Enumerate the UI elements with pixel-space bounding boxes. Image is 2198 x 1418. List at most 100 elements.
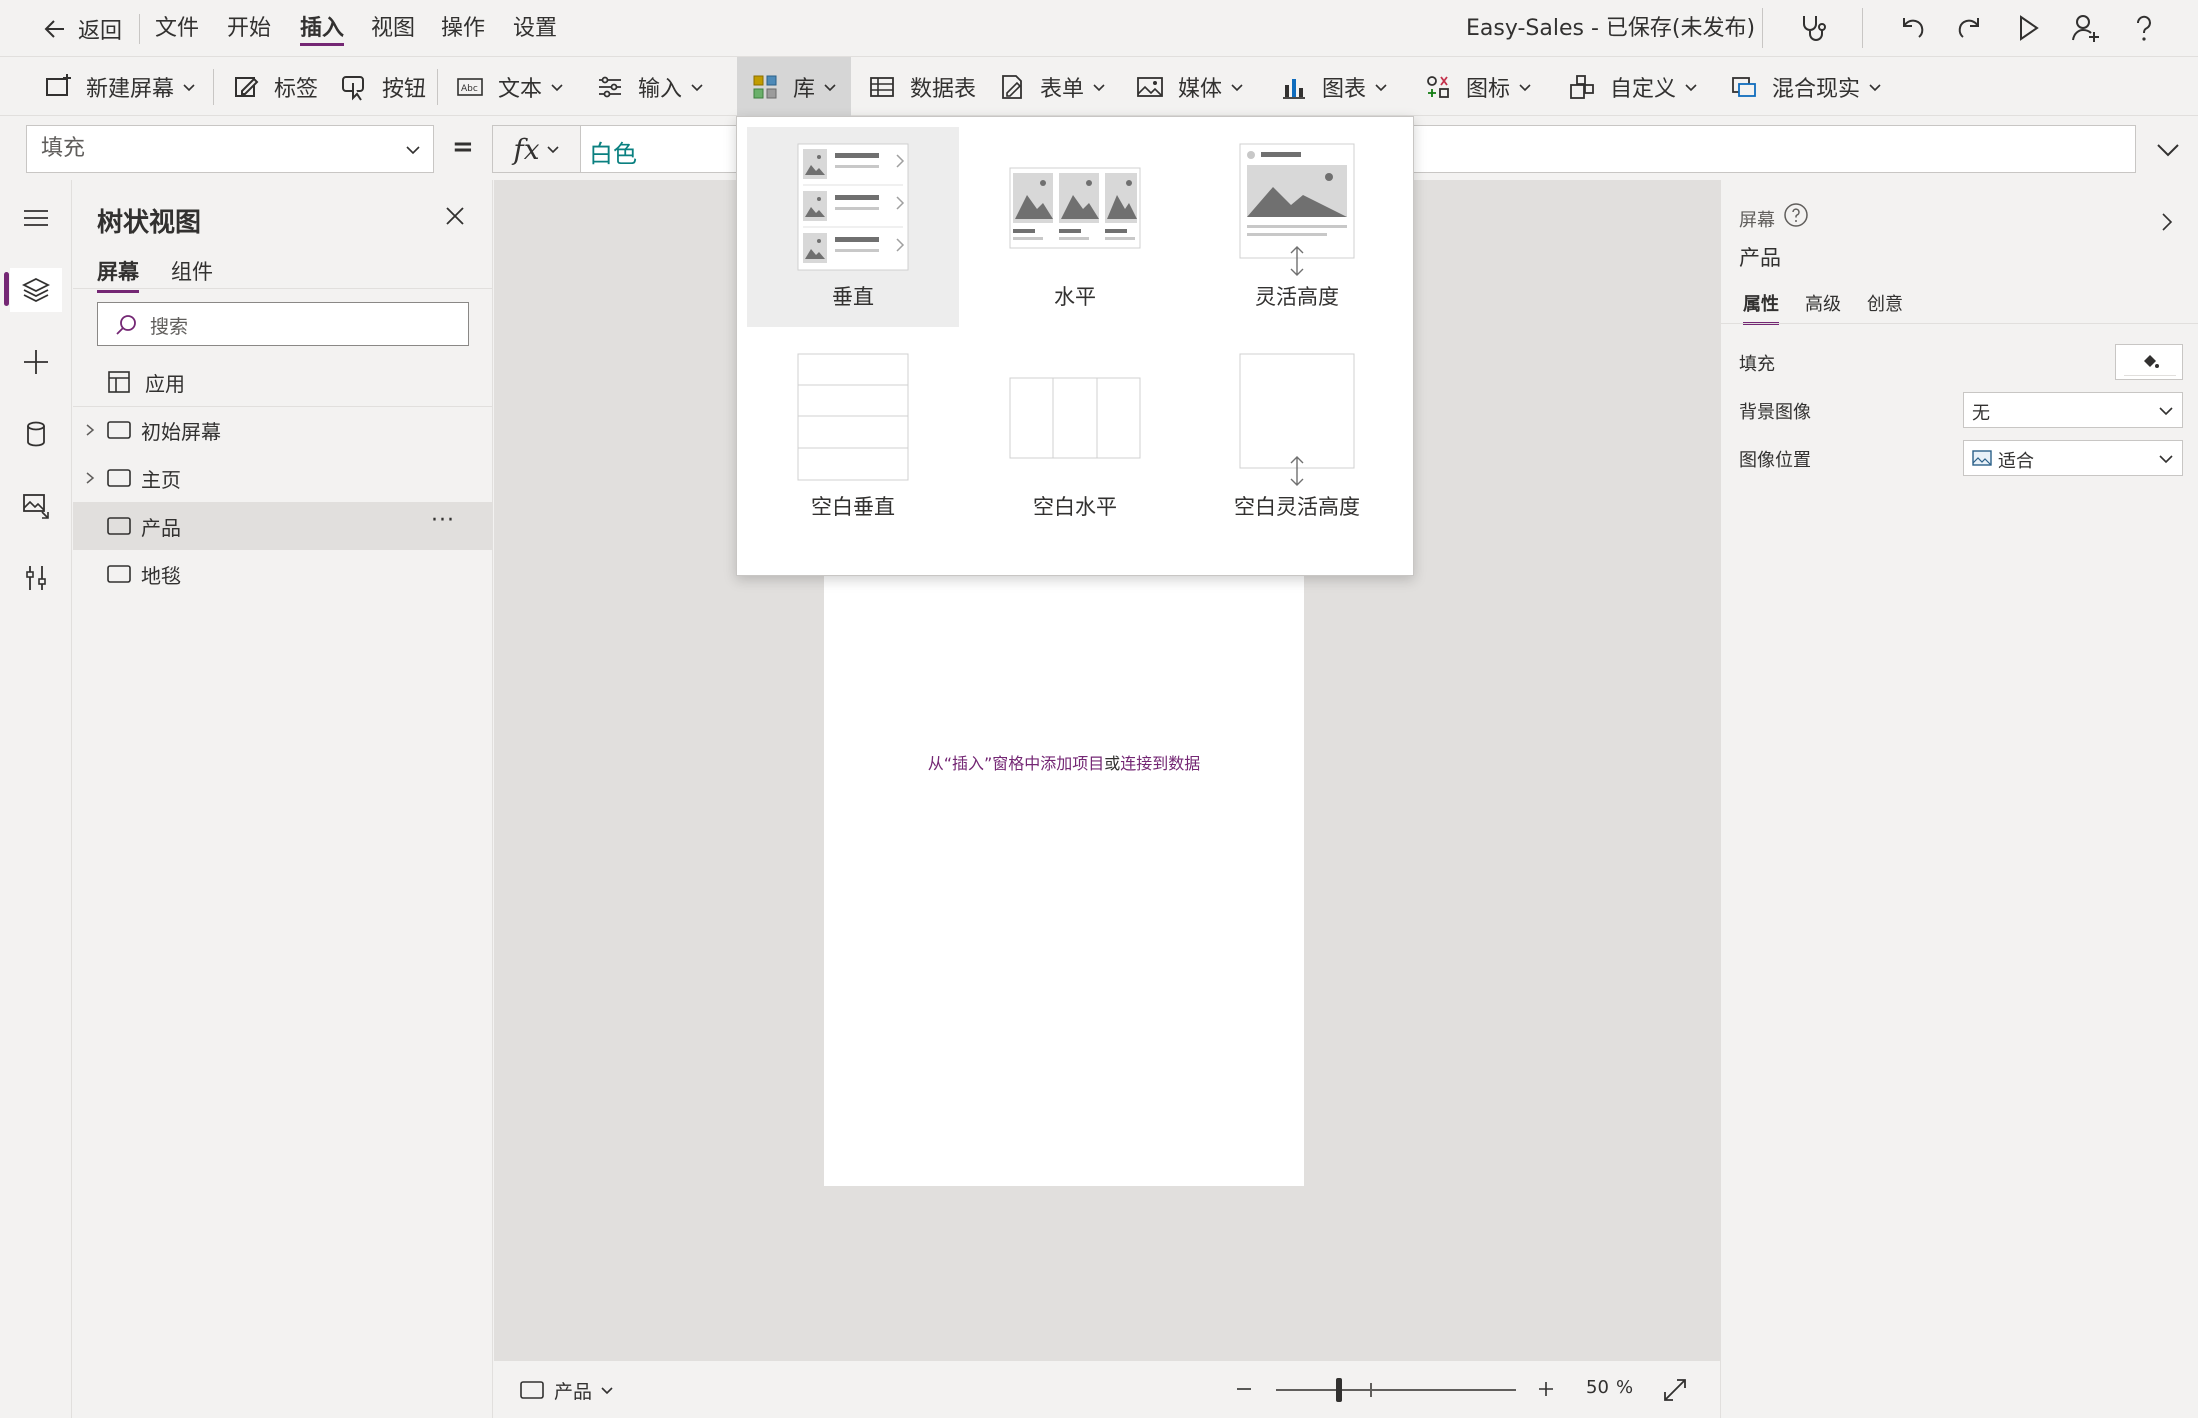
fx-button[interactable]: fx bbox=[492, 125, 580, 173]
menu-settings[interactable]: 设置 bbox=[513, 12, 557, 46]
chevron-right-icon[interactable] bbox=[83, 471, 97, 485]
text-button[interactable]: Abc 文本 bbox=[456, 65, 564, 109]
tabs-divider bbox=[73, 288, 493, 289]
background-image-dropdown[interactable]: 无 bbox=[1963, 392, 2183, 428]
tools-icon[interactable] bbox=[20, 562, 52, 594]
icons-icon bbox=[1427, 76, 1449, 98]
gallery-option-horizontal[interactable]: 水平 bbox=[969, 127, 1181, 327]
zoom-out-icon[interactable] bbox=[1234, 1379, 1254, 1399]
help-icon[interactable] bbox=[2128, 12, 2160, 44]
icons-label: 图标 bbox=[1466, 77, 1511, 102]
help-circle-icon[interactable] bbox=[1783, 202, 1809, 228]
charts-button[interactable]: 图表 bbox=[1280, 65, 1388, 109]
formula-value: 白色 bbox=[589, 140, 637, 168]
custom-components-icon bbox=[1570, 75, 1594, 99]
zoom-slider-tick bbox=[1370, 1383, 1372, 1397]
media-button[interactable]: 媒体 bbox=[1136, 65, 1244, 109]
zoom-in-icon[interactable] bbox=[1536, 1379, 1556, 1399]
menu-action[interactable]: 操作 bbox=[441, 12, 485, 46]
mixed-reality-label: 混合现实 bbox=[1772, 77, 1861, 102]
tab-advanced[interactable]: 高级 bbox=[1805, 290, 1841, 316]
mixed-reality-icon bbox=[1732, 77, 1756, 97]
custom-button[interactable]: 自定义 bbox=[1568, 65, 1698, 109]
connect-data-link[interactable]: 连接到数据 bbox=[1120, 754, 1200, 773]
gallery-option-vertical[interactable]: 垂直 bbox=[747, 127, 959, 327]
text-label: 文本 bbox=[498, 77, 543, 102]
forms-button[interactable]: 表单 bbox=[998, 65, 1106, 109]
gallery-option-flexible-height[interactable]: 灵活高度 bbox=[1191, 127, 1403, 327]
app-layout-icon bbox=[108, 371, 130, 393]
hamburger-menu-icon[interactable] bbox=[20, 202, 52, 234]
form-edit-icon bbox=[1002, 75, 1022, 99]
gallery-button[interactable]: 库 bbox=[737, 57, 852, 116]
gallery-option-blank-vertical[interactable]: 空白垂直 bbox=[747, 337, 959, 537]
property-dropdown[interactable]: 填充 bbox=[26, 125, 434, 173]
tab-components[interactable]: 组件 bbox=[171, 256, 213, 286]
plus-icon[interactable] bbox=[20, 346, 52, 378]
tree-screen-item[interactable]: 初始屏幕 bbox=[73, 406, 493, 454]
app-item-label: 应用 bbox=[145, 371, 185, 396]
datatable-label: 数据表 bbox=[910, 77, 977, 102]
tree-screen-item-selected[interactable]: 产品 ··· bbox=[73, 502, 493, 550]
chevron-down-icon bbox=[1093, 84, 1105, 92]
stethoscope-icon[interactable] bbox=[1796, 12, 1828, 44]
horizontal-gallery-icon bbox=[1009, 167, 1141, 249]
tree-screen-item[interactable]: 地毯 bbox=[73, 550, 493, 598]
zoom-slider-thumb[interactable] bbox=[1336, 1378, 1342, 1402]
screen-picker[interactable]: 产品 bbox=[520, 1375, 614, 1405]
menu-home[interactable]: 开始 bbox=[227, 12, 271, 46]
redo-icon[interactable] bbox=[1954, 12, 1986, 44]
chevron-down-icon bbox=[601, 1387, 613, 1395]
gallery-option-blank-horizontal[interactable]: 空白水平 bbox=[969, 337, 1181, 537]
screen-label: 初始屏幕 bbox=[141, 419, 221, 444]
fill-color-picker[interactable] bbox=[2115, 344, 2183, 380]
gallery-option-blank-flexible-height[interactable]: 空白灵活高度 bbox=[1191, 337, 1403, 537]
new-screen-label: 新建屏幕 bbox=[86, 77, 175, 102]
app-title: Easy-Sales - 已保存(未发布) bbox=[1466, 16, 1756, 41]
chevron-down-icon bbox=[1685, 84, 1697, 92]
gallery-option-label: 空白灵活高度 bbox=[1234, 495, 1360, 519]
chevron-right-icon[interactable] bbox=[83, 423, 97, 437]
menu-insert[interactable]: 插入 bbox=[300, 12, 345, 46]
search-input[interactable]: 搜索 bbox=[97, 302, 469, 346]
menu-view[interactable]: 视图 bbox=[371, 12, 415, 46]
close-icon[interactable] bbox=[443, 204, 467, 228]
image-position-dropdown[interactable]: 适合 bbox=[1963, 440, 2183, 476]
tab-properties[interactable]: 属性 bbox=[1743, 290, 1779, 325]
screen-icon bbox=[107, 565, 131, 583]
zoom-unit: % bbox=[1616, 1377, 1634, 1398]
input-button[interactable]: 输入 bbox=[596, 65, 704, 109]
zoom-value: 50 bbox=[1586, 1377, 1609, 1398]
menu-file[interactable]: 文件 bbox=[155, 12, 199, 46]
media-library-icon[interactable] bbox=[20, 490, 52, 522]
blank-flexible-height-gallery-icon bbox=[1239, 353, 1355, 486]
tree-view-title: 树状视图 bbox=[97, 208, 202, 238]
new-screen-button[interactable]: 新建屏幕 bbox=[44, 65, 196, 109]
database-icon[interactable] bbox=[20, 418, 52, 450]
zoom-slider[interactable] bbox=[1276, 1378, 1516, 1402]
empty-screen-hint: 从“插入”窗格中添加项目或连接到数据 bbox=[824, 750, 1304, 774]
tab-ideas[interactable]: 创意 bbox=[1867, 290, 1903, 316]
button-button[interactable]: 按钮 bbox=[340, 65, 426, 109]
label-button[interactable]: 标签 bbox=[232, 65, 318, 109]
back-button[interactable]: 返回 bbox=[42, 12, 122, 46]
tree-app-item[interactable]: 应用 bbox=[73, 358, 493, 406]
play-icon[interactable] bbox=[2012, 12, 2044, 44]
chevron-down-icon bbox=[824, 83, 836, 91]
table-icon bbox=[870, 77, 894, 97]
user-share-icon[interactable] bbox=[2070, 12, 2102, 44]
more-options-button[interactable]: ··· bbox=[431, 508, 455, 533]
mixed-reality-button[interactable]: 混合现实 bbox=[1730, 65, 1882, 109]
divider bbox=[213, 69, 214, 105]
undo-icon[interactable] bbox=[1896, 12, 1928, 44]
fit-to-window-icon[interactable] bbox=[1662, 1377, 1688, 1403]
tabs-divider bbox=[1721, 323, 2198, 324]
chevron-right-icon[interactable] bbox=[2157, 212, 2177, 232]
fx-label: fx bbox=[513, 132, 540, 166]
expand-formula-icon[interactable] bbox=[2154, 136, 2182, 164]
icons-button[interactable]: 图标 bbox=[1424, 65, 1532, 109]
datatable-button[interactable]: 数据表 bbox=[868, 65, 976, 109]
layers-icon[interactable] bbox=[20, 274, 52, 306]
tree-screen-item[interactable]: 主页 bbox=[73, 454, 493, 502]
property-value: 填充 bbox=[41, 136, 86, 161]
